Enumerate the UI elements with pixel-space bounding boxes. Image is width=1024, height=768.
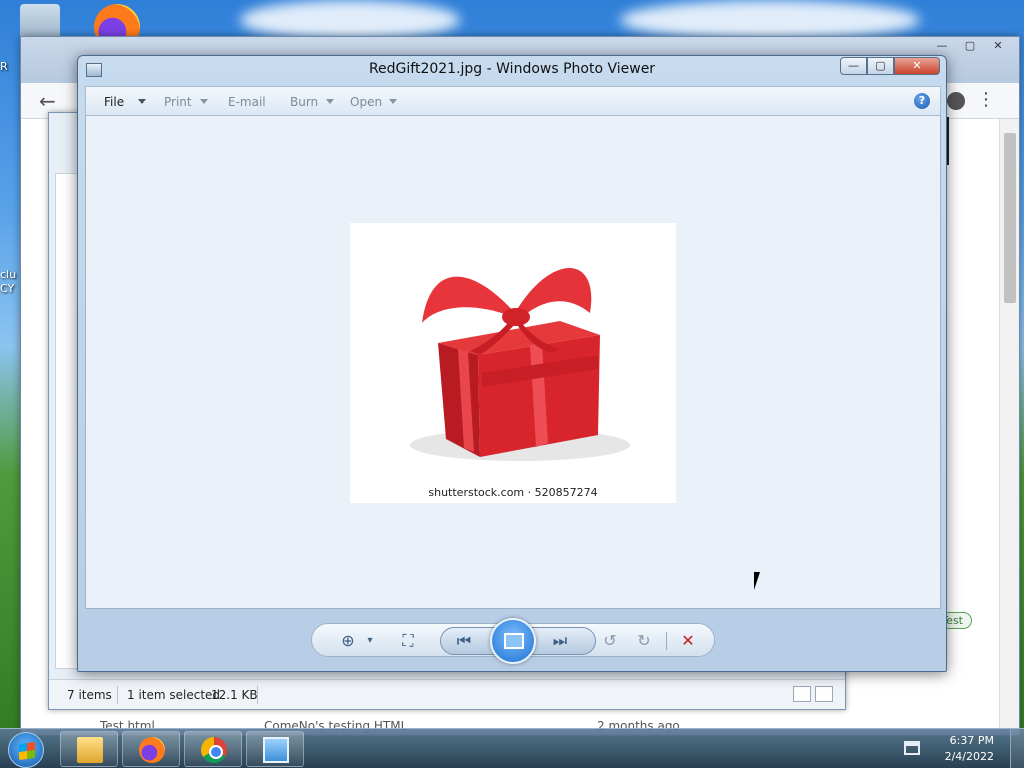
- taskbar: 6:37 PM 2/4/2022: [0, 728, 1024, 768]
- scrollbar-thumb[interactable]: [1004, 133, 1016, 303]
- desktop-label: R: [0, 60, 8, 73]
- previous-icon[interactable]: ⏮: [452, 630, 476, 652]
- browser-scrollbar[interactable]: [999, 119, 1019, 735]
- chevron-down-icon[interactable]: [326, 99, 334, 104]
- help-icon[interactable]: ?: [914, 93, 930, 109]
- windows-logo-icon: [19, 741, 35, 761]
- desktop-label: clu: [0, 268, 17, 281]
- image-canvas[interactable]: shutterstock.com · 520857274: [85, 116, 941, 609]
- browser-window-controls: — ▢ ✕: [929, 39, 1011, 55]
- chevron-down-icon[interactable]: [200, 99, 208, 104]
- folder-icon: [77, 737, 103, 763]
- details-view-icon[interactable]: [793, 686, 811, 702]
- clock-date[interactable]: 2/4/2022: [945, 750, 994, 763]
- item-count: 7 items: [67, 688, 112, 702]
- slideshow-icon: [504, 633, 524, 649]
- profile-icon[interactable]: [947, 92, 965, 110]
- file-menu[interactable]: File: [104, 95, 124, 109]
- divider: [666, 632, 667, 650]
- kebab-menu-icon[interactable]: ⋮: [977, 89, 995, 110]
- minimize-icon[interactable]: —: [929, 39, 955, 55]
- desktop-label: CY: [0, 282, 15, 295]
- taskbar-chrome[interactable]: [184, 731, 242, 767]
- maximize-button[interactable]: ▢: [867, 57, 894, 75]
- network-icon[interactable]: [904, 741, 920, 755]
- chevron-down-icon[interactable]: ▾: [358, 630, 382, 652]
- close-icon[interactable]: ✕: [985, 39, 1011, 55]
- taskbar-explorer[interactable]: [60, 731, 118, 767]
- delete-icon[interactable]: ✕: [676, 630, 700, 652]
- back-arrow-icon[interactable]: ←: [39, 89, 56, 113]
- email-button[interactable]: E-mail: [228, 95, 266, 109]
- rotate-right-icon[interactable]: ↻: [632, 630, 656, 652]
- minimize-button[interactable]: —: [840, 57, 867, 75]
- zoom-icon[interactable]: ⊕: [336, 630, 360, 652]
- start-button[interactable]: [8, 732, 44, 768]
- taskbar-photo-viewer[interactable]: [246, 731, 304, 767]
- cloud: [240, 0, 460, 40]
- firefox-icon: [139, 737, 165, 763]
- close-button[interactable]: ✕: [894, 57, 940, 75]
- cloud: [620, 0, 920, 40]
- photo: shutterstock.com · 520857274: [350, 223, 676, 503]
- status-bar: 7 items 1 item selected 12.1 KB: [49, 679, 845, 709]
- divider: [117, 686, 118, 704]
- chevron-down-icon[interactable]: [389, 99, 397, 104]
- taskbar-firefox[interactable]: [122, 731, 180, 767]
- photo-watermark: shutterstock.com · 520857274: [428, 486, 598, 499]
- actual-size-icon[interactable]: ⛶: [396, 630, 420, 652]
- burn-menu[interactable]: Burn: [290, 95, 318, 109]
- window-controls: — ▢ ✕: [840, 57, 940, 75]
- show-desktop-button[interactable]: [1010, 729, 1024, 768]
- command-bar: File Print E-mail Burn Open ?: [85, 86, 941, 116]
- selection-size: 12.1 KB: [211, 688, 258, 702]
- chrome-icon: [201, 737, 227, 763]
- photo-viewer-window: RedGift2021.jpg - Windows Photo Viewer —…: [77, 55, 947, 672]
- maximize-icon[interactable]: ▢: [957, 39, 983, 55]
- next-icon[interactable]: ⏭: [548, 630, 572, 652]
- large-icons-view-icon[interactable]: [815, 686, 833, 702]
- mouse-cursor: [754, 572, 760, 590]
- open-menu[interactable]: Open: [350, 95, 382, 109]
- system-tray: 6:37 PM 2/4/2022: [904, 729, 1024, 768]
- divider: [257, 686, 258, 704]
- chevron-down-icon[interactable]: [138, 99, 146, 104]
- selection-count: 1 item selected: [127, 688, 221, 702]
- slideshow-button[interactable]: [490, 618, 536, 664]
- print-menu[interactable]: Print: [164, 95, 192, 109]
- playback-controls: ⊕ ▾ ⛶ ⏮ ⏭ ↺ ↻ ✕: [311, 618, 715, 664]
- gift-box-image: [410, 268, 630, 461]
- photo-viewer-icon: [263, 737, 289, 763]
- window-title: RedGift2021.jpg - Windows Photo Viewer: [368, 61, 656, 77]
- clock-time[interactable]: 6:37 PM: [950, 734, 994, 747]
- rotate-left-icon[interactable]: ↺: [598, 630, 622, 652]
